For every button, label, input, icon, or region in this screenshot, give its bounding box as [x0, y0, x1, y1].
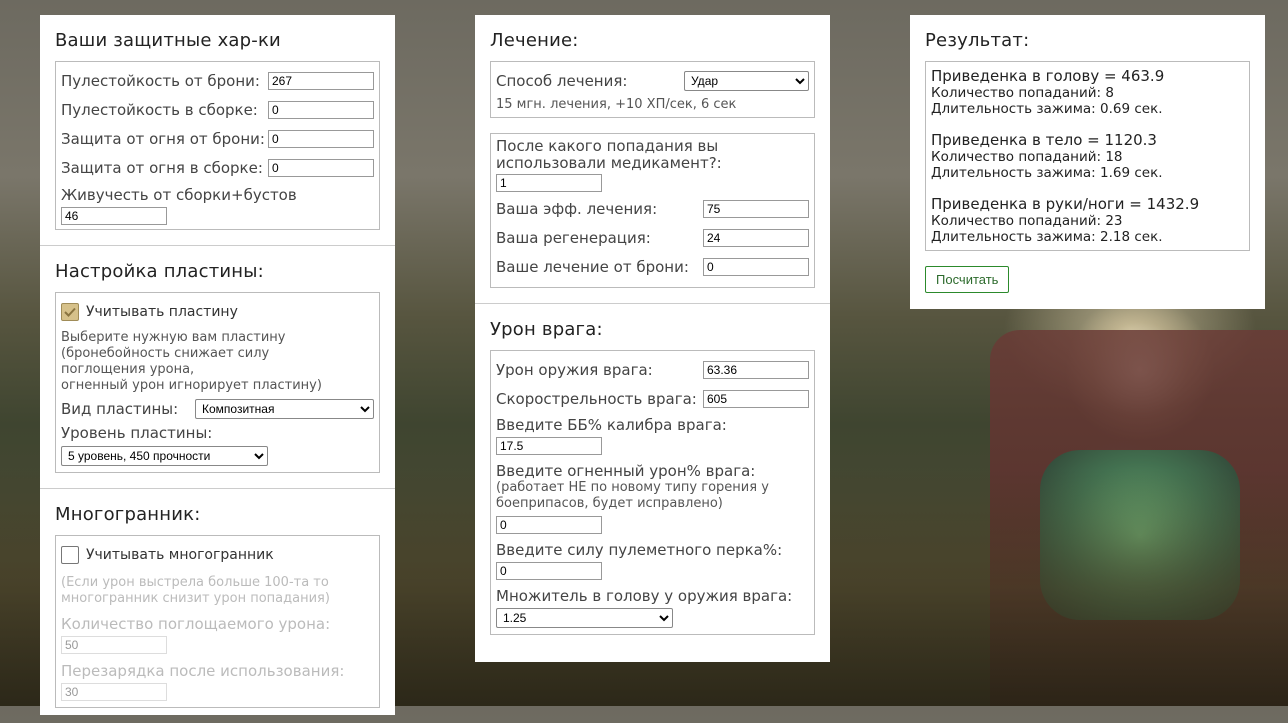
heal-method-select[interactable]: Удар — [684, 70, 809, 91]
defense-section: Ваши защитные хар-ки Пулестойкость от бр… — [40, 15, 395, 246]
mg-perk-label: Введите силу пулеметного перка%: — [496, 541, 783, 559]
body-result-hold: Длительность зажима: 1.69 сек. — [931, 165, 1163, 181]
bullet-armor-input[interactable] — [268, 71, 374, 90]
polyhedron-note-line1: (Если урон выстрела больше 100-та то — [61, 575, 329, 590]
plate-type-label: Вид пластины: — [61, 400, 179, 418]
healing-section: Лечение: Способ лечения: Удар 15 мгн. ле… — [475, 15, 830, 304]
head-result-hold: Длительность зажима: 0.69 сек. — [931, 101, 1163, 117]
result-title: Результат: — [925, 30, 1030, 51]
limbs-result-hold: Длительность зажима: 2.18 сек. — [931, 229, 1163, 245]
heal-method-box: Способ лечения: Удар 15 мгн. лечения, +1… — [490, 61, 815, 118]
middle-column: Лечение: Способ лечения: Удар 15 мгн. ле… — [475, 15, 830, 662]
head-mult-label: Множитель в голову у оружия врага: — [496, 587, 793, 605]
fire-build-input[interactable] — [268, 158, 374, 177]
absorb-label: Количество поглощаемого урона: — [61, 615, 331, 633]
plate-type-select[interactable]: Композитная — [195, 399, 374, 419]
fire-damage-note-line2: боеприпасов, будет исправлено) — [496, 496, 723, 511]
fire-damage-note-line1: (работает НЕ по новому типу горения у — [496, 480, 769, 495]
armor-heal-input[interactable] — [703, 257, 809, 276]
heal-efficiency-input[interactable] — [703, 199, 809, 218]
fire-build-label: Защита от огня в сборке: — [61, 158, 263, 177]
healing-title: Лечение: — [490, 30, 579, 51]
fire-rate-input[interactable] — [703, 389, 809, 408]
plate-note-line3: поглощения урона, — [61, 362, 195, 377]
polyhedron-note: (Если урон выстрела больше 100-та то мно… — [61, 575, 374, 607]
body-result-title: Приведенка в тело = 1120.3 — [931, 131, 1157, 149]
polyhedron-title: Многогранник: — [55, 504, 201, 525]
result-section: Результат: Приведенка в голову = 463.9 К… — [910, 15, 1265, 308]
plate-title: Настройка пластины: — [55, 261, 264, 282]
polyhedron-checkbox-label: Учитывать многогранник — [86, 547, 274, 563]
after-hit-label-line2: использовали медикамент?: — [496, 154, 722, 172]
plate-note-line1: Выберите нужную вам пластину — [61, 330, 286, 345]
plate-note: Выберите нужную вам пластину (бронебойно… — [61, 330, 374, 394]
fire-damage-note: (работает НЕ по новому типу горения у бо… — [496, 480, 809, 512]
vitality-input[interactable] — [61, 207, 167, 225]
ap-input[interactable] — [496, 437, 602, 455]
plate-checkbox-label: Учитывать пластину — [86, 304, 238, 320]
heal-method-note: 15 мгн. лечения, +10 ХП/сек, 6 сек — [496, 97, 737, 112]
vitality-label: Живучесть от сборки+бустов — [61, 186, 297, 204]
polyhedron-note-line2: многогранник снизит урон попадания) — [61, 591, 330, 606]
bullet-build-input[interactable] — [268, 100, 374, 119]
weapon-damage-input[interactable] — [703, 360, 809, 379]
fire-damage-input[interactable] — [496, 516, 602, 534]
polyhedron-checkbox-row[interactable]: Учитывать многогранник — [61, 540, 374, 570]
armor-heal-label: Ваше лечение от брони: — [496, 257, 689, 276]
fire-rate-label: Скорострельность врага: — [496, 389, 697, 408]
fire-armor-input[interactable] — [268, 129, 374, 148]
plate-level-label: Уровень пластины: — [61, 424, 213, 442]
plate-checkbox[interactable] — [61, 303, 79, 321]
result-panel: Результат: Приведенка в голову = 463.9 К… — [910, 15, 1265, 309]
fire-damage-label: Введите огненный урон% врага: — [496, 462, 756, 480]
limbs-result-hits: Количество попаданий: 23 — [931, 213, 1123, 229]
defense-box: Пулестойкость от брони: Пулестойкость в … — [55, 61, 380, 230]
body-result-hits: Количество попаданий: 18 — [931, 149, 1123, 165]
checkmark-icon — [64, 307, 76, 317]
bullet-build-label: Пулестойкость в сборке: — [61, 100, 258, 119]
polyhedron-checkbox[interactable] — [61, 546, 79, 564]
fire-armor-label: Защита от огня от брони: — [61, 129, 265, 148]
reload-input[interactable] — [61, 683, 167, 701]
calculate-button[interactable]: Посчитать — [925, 266, 1010, 293]
polyhedron-section: Многогранник: Учитывать многогранник (Ес… — [40, 489, 395, 723]
absorb-input[interactable] — [61, 636, 167, 654]
limbs-result-title: Приведенка в руки/ноги = 1432.9 — [931, 195, 1200, 213]
plate-level-select[interactable]: 5 уровень, 450 прочности — [61, 446, 268, 466]
left-column: Ваши защитные хар-ки Пулестойкость от бр… — [40, 15, 395, 715]
polyhedron-box: Учитывать многогранник (Если урон выстре… — [55, 535, 380, 708]
enemy-box: Урон оружия врага: Скорострельность враг… — [490, 350, 815, 635]
after-hit-input[interactable] — [496, 174, 602, 192]
ap-label: Введите ББ% калибра врага: — [496, 416, 727, 434]
head-mult-select[interactable]: 1.25 — [496, 608, 673, 628]
plate-note-line2: (бронебойность снижает силу — [61, 346, 270, 361]
weapon-damage-label: Урон оружия врага: — [496, 360, 653, 379]
reload-label: Перезарядка после использования: — [61, 662, 345, 680]
enemy-section: Урон врага: Урон оружия врага: Скоростре… — [475, 304, 830, 650]
plate-box: Учитывать пластину Выберите нужную вам п… — [55, 292, 380, 473]
defense-title: Ваши защитные хар-ки — [55, 30, 281, 51]
after-hit-label-line1: После какого попадания вы — [496, 137, 719, 155]
after-hit-label: После какого попадания вы использовали м… — [496, 138, 809, 172]
result-box: Приведенка в голову = 463.9 Количество п… — [925, 61, 1250, 251]
head-result-title: Приведенка в голову = 463.9 — [931, 67, 1165, 85]
regeneration-input[interactable] — [703, 228, 809, 247]
heal-method-label: Способ лечения: — [496, 71, 628, 90]
plate-checkbox-row[interactable]: Учитывать пластину — [61, 297, 374, 327]
mg-perk-input[interactable] — [496, 562, 602, 580]
enemy-title: Урон врага: — [490, 319, 603, 340]
heal-params-box: После какого попадания вы использовали м… — [490, 133, 815, 288]
heal-efficiency-label: Ваша эфф. лечения: — [496, 199, 658, 218]
plate-section: Настройка пластины: Учитывать пластину В… — [40, 246, 395, 489]
bullet-armor-label: Пулестойкость от брони: — [61, 71, 260, 90]
regeneration-label: Ваша регенерация: — [496, 228, 651, 247]
head-result-hits: Количество попаданий: 8 — [931, 85, 1114, 101]
plate-note-line4: огненный урон игнорирует пластину) — [61, 378, 322, 393]
